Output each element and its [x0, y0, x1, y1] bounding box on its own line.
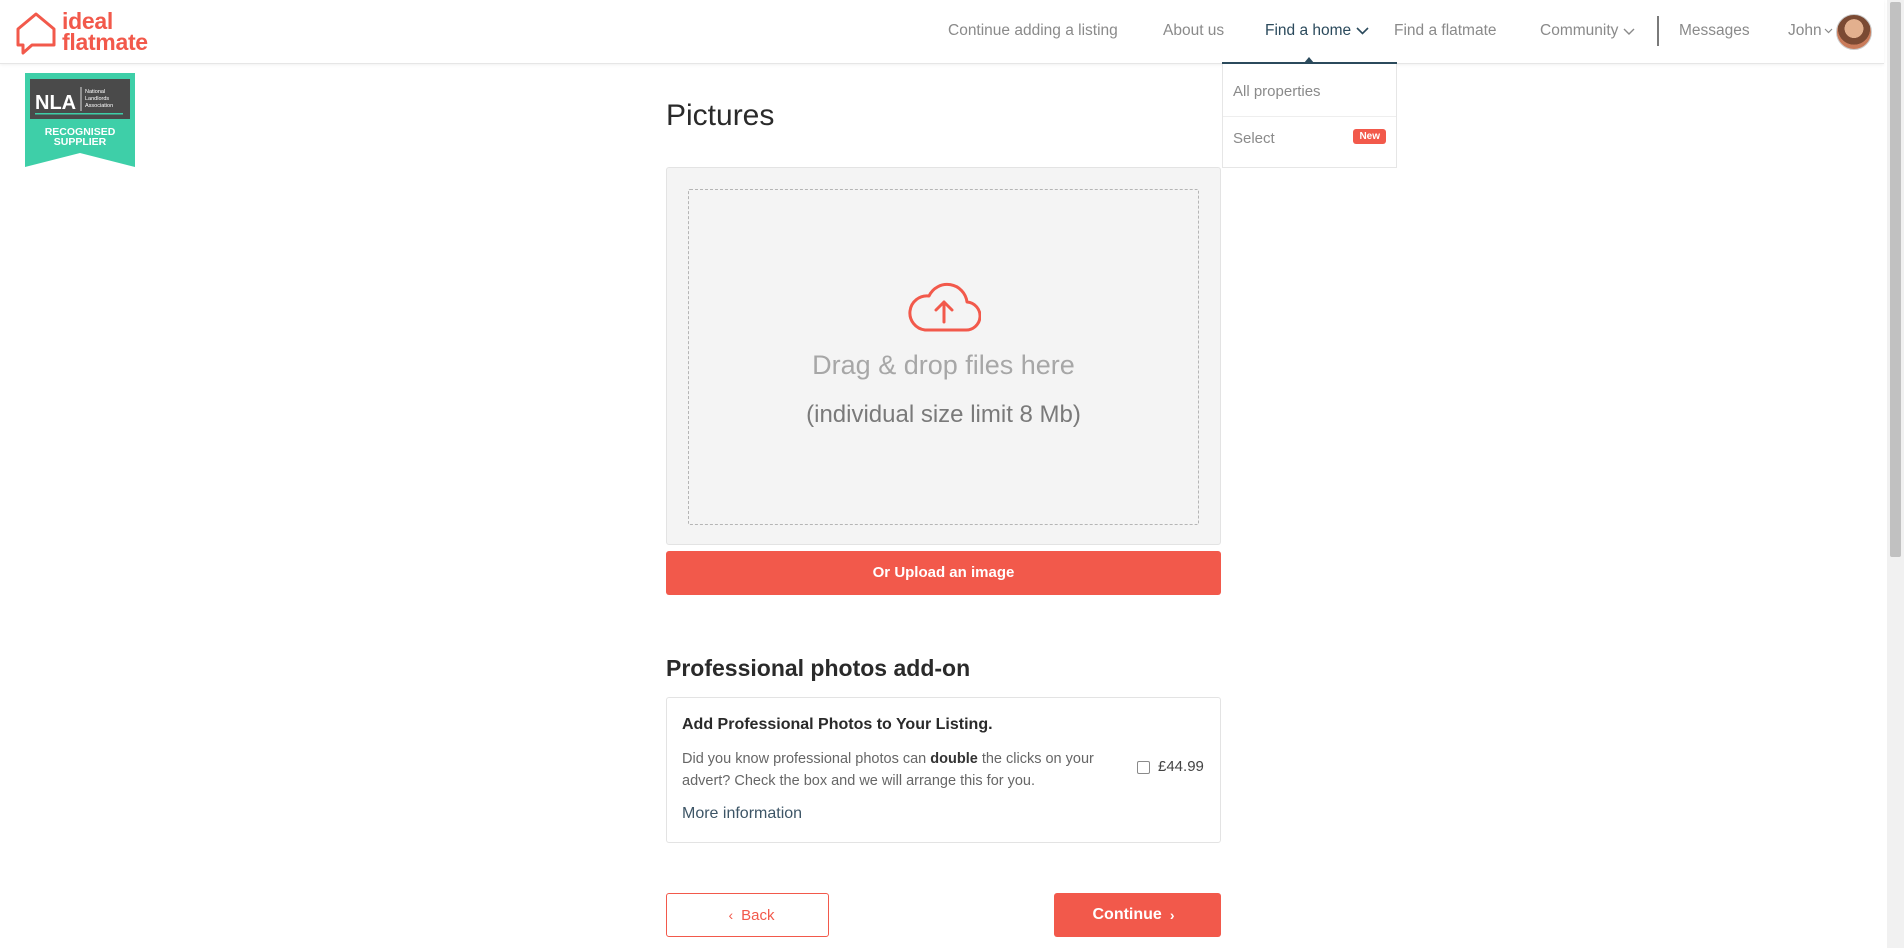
page-scrollbar[interactable] — [1887, 0, 1904, 948]
chevron-down-icon — [1623, 28, 1635, 35]
back-button[interactable]: ‹ Back — [666, 893, 829, 937]
nav-label: Find a flatmate — [1394, 22, 1497, 39]
cloud-upload-icon — [908, 282, 981, 332]
chevron-down-icon — [1356, 27, 1369, 35]
user-avatar[interactable] — [1836, 14, 1872, 50]
nav-about-us[interactable]: About us — [1163, 22, 1224, 40]
nav-find-a-flatmate[interactable]: Find a flatmate — [1394, 22, 1497, 40]
nav-label: About us — [1163, 22, 1225, 39]
dropdown-divider — [1223, 116, 1396, 117]
nav-label: Continue adding a listing — [948, 22, 1118, 39]
continue-button[interactable]: Continue › — [1054, 893, 1221, 937]
find-a-home-dropdown: All properties Select New — [1222, 64, 1397, 168]
ideal-flatmate-logo[interactable]: ideal flatmate — [14, 8, 174, 56]
nav-label: Messages — [1679, 22, 1750, 39]
upload-panel: Drag & drop files here (individual size … — [666, 167, 1221, 545]
page-title: Pictures — [666, 99, 775, 132]
chevron-right-icon: › — [1169, 907, 1175, 923]
nav-divider — [1657, 16, 1659, 46]
nla-org-line-2: Landlords — [85, 96, 109, 102]
nla-abbr: NLA — [35, 92, 76, 114]
upload-image-button[interactable]: Or Upload an image — [666, 551, 1221, 595]
addon-price: £44.99 — [1158, 758, 1204, 775]
house-chat-logo-icon — [16, 12, 56, 55]
nla-recognised-supplier-badge[interactable]: NLA National Landlords Association RECOG… — [25, 73, 135, 167]
nav-user-menu[interactable]: John — [1788, 22, 1833, 40]
more-information-link[interactable]: More information — [682, 805, 802, 823]
addon-title: Add Professional Photos to Your Listing. — [682, 716, 993, 733]
chevron-left-icon: ‹ — [728, 907, 734, 923]
dropzone[interactable]: Drag & drop files here (individual size … — [688, 189, 1199, 525]
dropdown-item-select[interactable]: Select — [1233, 130, 1275, 147]
nla-line-2: SUPPLIER — [54, 136, 107, 148]
nav-label: Find a home — [1265, 22, 1352, 39]
professional-photos-card: Add Professional Photos to Your Listing.… — [666, 697, 1221, 843]
addon-heading: Professional photos add-on — [666, 655, 971, 681]
top-header: ideal flatmate Continue adding a listing… — [0, 0, 1884, 64]
logo-line-2: flatmate — [62, 29, 148, 55]
addon-desc-part: Did you know professional photos can — [682, 751, 931, 767]
nla-org-line-1: National — [85, 89, 105, 95]
addon-desc-bold: double — [930, 751, 978, 767]
dropdown-item-label: Select — [1233, 130, 1275, 147]
addon-description: Did you know professional photos can dou… — [682, 748, 1127, 792]
user-name: John — [1788, 22, 1822, 39]
new-badge: New — [1353, 129, 1386, 144]
logo-wordmark: ideal flatmate — [62, 10, 148, 55]
nav-messages[interactable]: Messages — [1679, 22, 1750, 40]
addon-checkbox[interactable] — [1137, 761, 1150, 774]
nav-community[interactable]: Community — [1540, 22, 1635, 40]
back-button-label: Back — [741, 906, 775, 924]
dropzone-size-limit: (individual size limit 8 Mb) — [806, 401, 1081, 428]
nav-continue-listing[interactable]: Continue adding a listing — [948, 22, 1118, 40]
continue-button-label: Continue — [1092, 906, 1162, 923]
dropzone-text: Drag & drop files here — [812, 350, 1075, 380]
chevron-down-icon — [1824, 28, 1833, 34]
scrollbar-thumb[interactable] — [1890, 2, 1901, 557]
nla-org-line-3: Association — [85, 103, 113, 109]
nav-find-a-home[interactable]: Find a home — [1265, 22, 1369, 40]
dropdown-item-all-properties[interactable]: All properties — [1233, 83, 1321, 100]
nav-label: Community — [1540, 22, 1619, 39]
dropdown-item-label: All properties — [1233, 83, 1321, 100]
